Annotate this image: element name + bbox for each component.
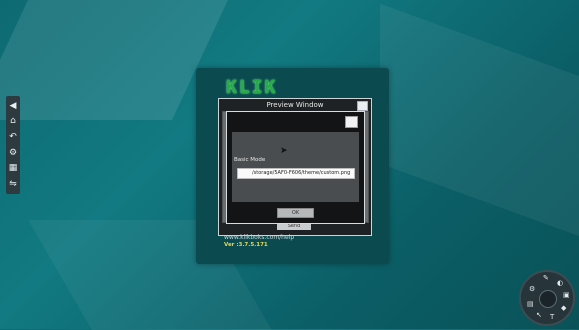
help-link[interactable]: www.klikboks.com/help: [224, 234, 294, 241]
preview-close-button[interactable]: [357, 101, 368, 111]
undo-icon[interactable]: ↶: [7, 132, 19, 142]
settings-icon[interactable]: ⚙: [529, 286, 535, 293]
preview-window-title: Preview Window: [266, 101, 324, 109]
dialog-panel: ➤ Basic Mode /storage/5AF0-F606/theme/cu…: [232, 132, 359, 202]
grid-icon[interactable]: ▦: [7, 163, 19, 173]
send-button[interactable]: Send: [277, 223, 311, 230]
palette-icon[interactable]: ◐: [557, 280, 563, 287]
back-arrow-icon[interactable]: ◀: [7, 101, 19, 111]
version-label: Ver :3.7.5.171: [224, 242, 268, 248]
text-icon[interactable]: T: [550, 314, 554, 321]
pointer-icon[interactable]: ↖: [536, 312, 542, 319]
ok-button[interactable]: OK: [277, 208, 314, 218]
basic-mode-label: Basic Mode: [234, 157, 266, 163]
adjust-icon[interactable]: ⇋: [7, 179, 19, 189]
klik-logo: KLIK: [226, 77, 278, 98]
radial-tool-menu: ✎ ◐ ▣ ◆ T ↖ ▤ ⚙: [519, 270, 575, 326]
dial-center-button[interactable]: [539, 290, 557, 308]
basic-mode-dialog: ➤ Basic Mode /storage/5AF0-F606/theme/cu…: [226, 111, 365, 224]
dialog-close-button[interactable]: [345, 116, 358, 128]
left-toolbar: ◀ ⌂ ↶ ⚙ ▦ ⇋: [6, 96, 20, 194]
background-facet: [380, 3, 579, 237]
background-facet: [0, 0, 228, 120]
eraser-icon[interactable]: ▣: [563, 292, 570, 299]
pen-icon[interactable]: ✎: [543, 275, 549, 282]
mouse-cursor-icon: ➤: [280, 146, 288, 156]
home-icon[interactable]: ⌂: [7, 116, 19, 126]
image-icon[interactable]: ▤: [527, 301, 534, 308]
shapes-icon[interactable]: ◆: [561, 305, 566, 312]
settings-icon[interactable]: ⚙: [7, 148, 19, 158]
path-input[interactable]: /storage/5AF0-F606/theme/custom.png: [237, 168, 355, 179]
